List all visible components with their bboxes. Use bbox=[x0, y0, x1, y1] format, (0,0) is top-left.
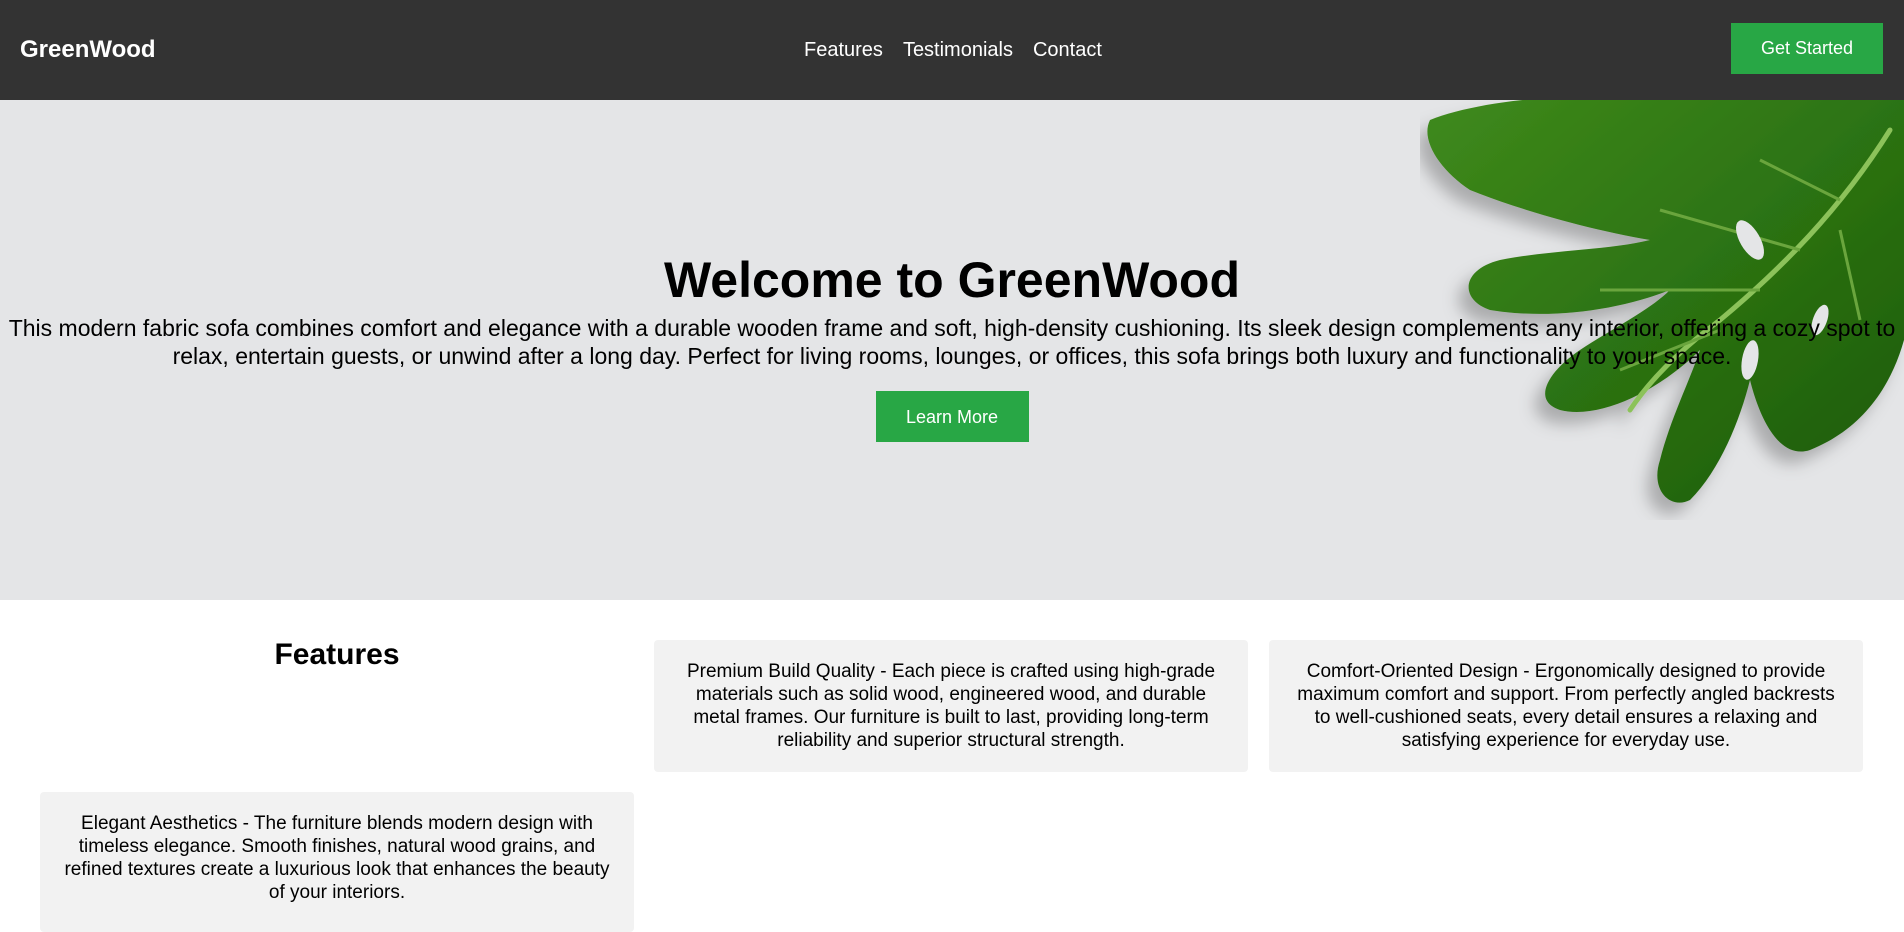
learn-more-button[interactable]: Learn More bbox=[875, 391, 1029, 442]
hero-content: Welcome to GreenWood This modern fabric … bbox=[0, 248, 1904, 442]
feature-card-comfort-design: Comfort-Oriented Design - Ergonomically … bbox=[1269, 640, 1863, 772]
nav-link-testimonials[interactable]: Testimonials bbox=[903, 39, 1013, 62]
navbar: GreenWood Features Testimonials Contact … bbox=[0, 0, 1904, 100]
site-logo[interactable]: GreenWood bbox=[20, 38, 156, 62]
nav-links: Features Testimonials Contact bbox=[804, 0, 1102, 100]
hero-description: This modern fabric sofa combines comfort… bbox=[8, 315, 1896, 369]
hero-title: Welcome to GreenWood bbox=[663, 252, 1240, 308]
feature-card-build-quality: Premium Build Quality - Each piece is cr… bbox=[654, 640, 1248, 772]
feature-card-elegant-aesthetics: Elegant Aesthetics - The furniture blend… bbox=[40, 792, 634, 932]
get-started-button[interactable]: Get Started bbox=[1731, 23, 1883, 74]
features-heading: Features bbox=[274, 638, 400, 671]
nav-link-contact[interactable]: Contact bbox=[1033, 39, 1102, 62]
features-section: Features Premium Build Quality - Each pi… bbox=[0, 600, 1904, 932]
nav-link-features[interactable]: Features bbox=[804, 39, 883, 62]
hero-section: Welcome to GreenWood This modern fabric … bbox=[0, 100, 1904, 600]
